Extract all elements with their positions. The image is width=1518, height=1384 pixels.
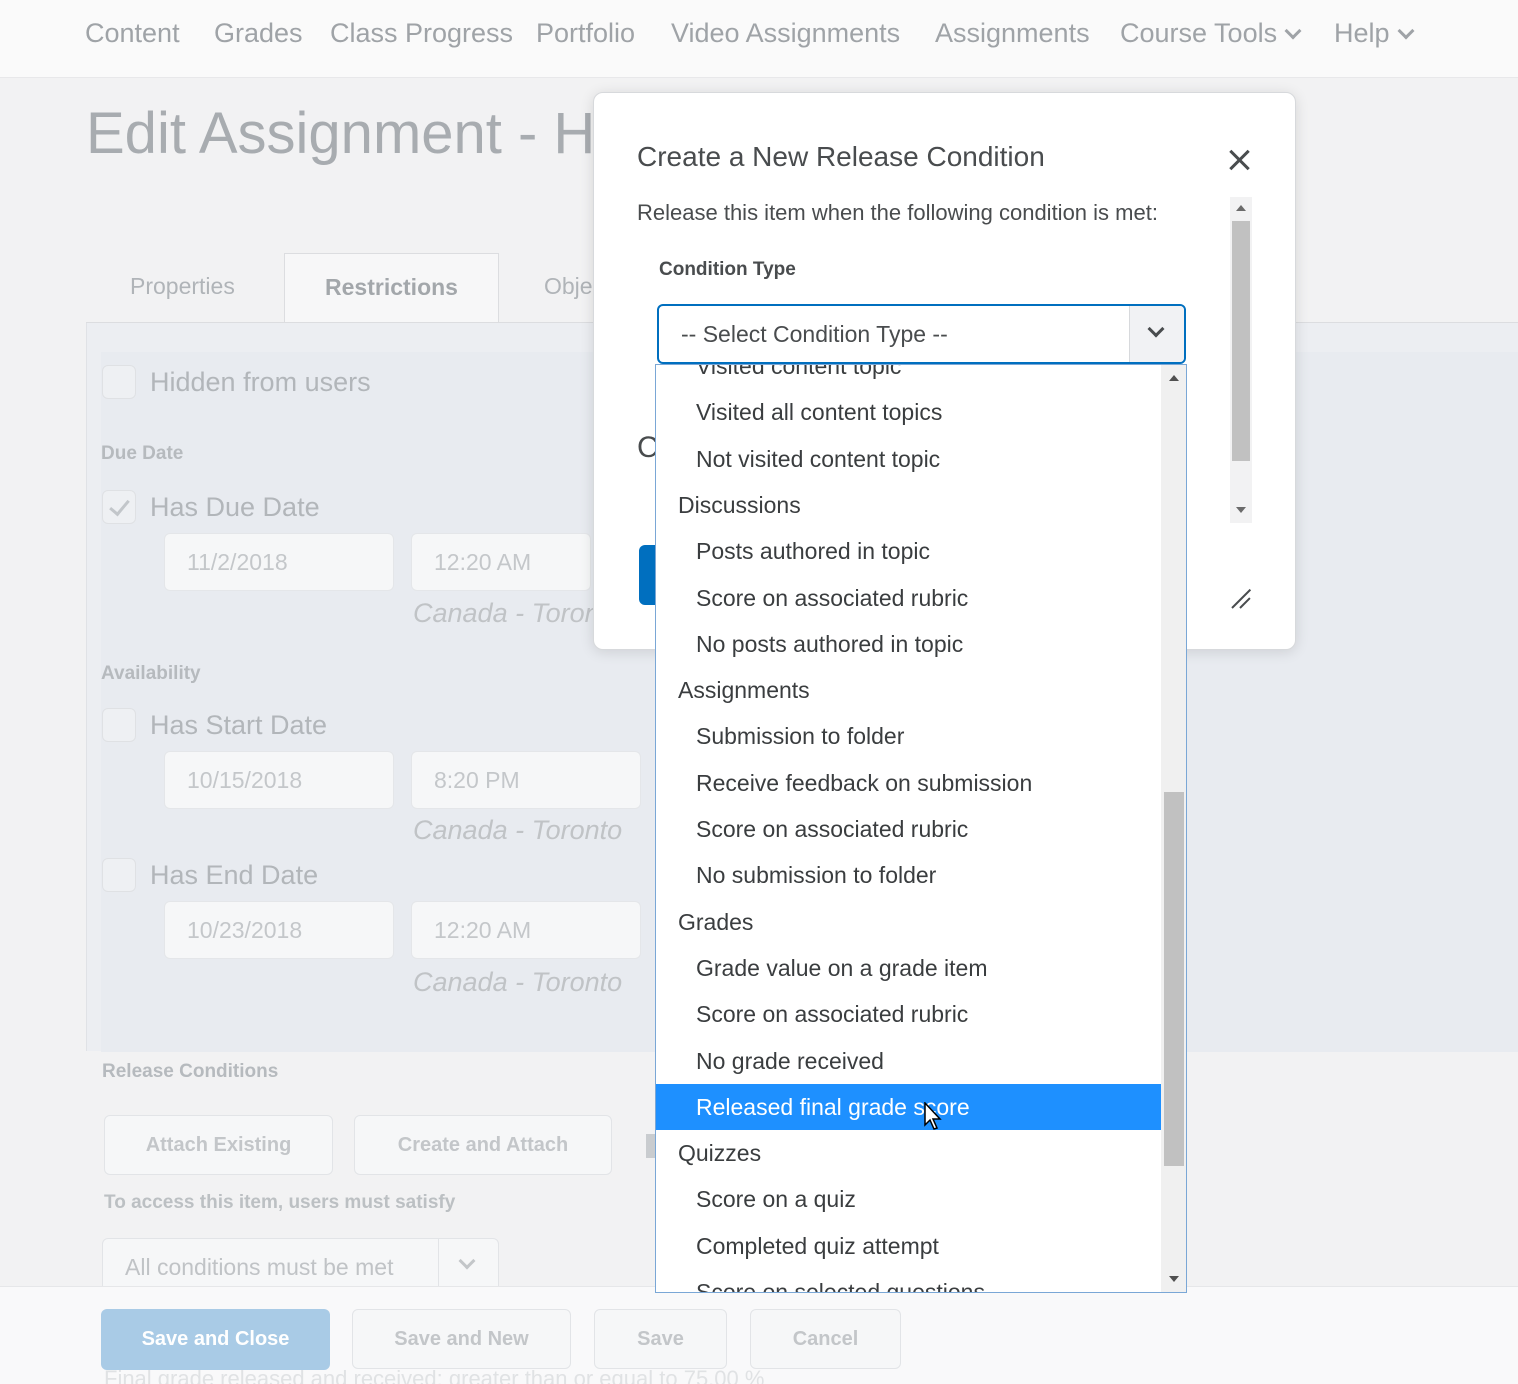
dropdown-option[interactable]: Receive feedback on submission [656, 760, 1161, 806]
dialog-description: Release this item when the following con… [637, 200, 1158, 225]
dropdown-option[interactable]: No posts authored in topic [656, 621, 1161, 667]
has-due-date-checkbox[interactable] [102, 490, 136, 524]
dropdown-option[interactable]: Released final grade score [656, 1083, 1161, 1130]
chevron-down-icon [458, 1252, 476, 1270]
condition-type-label: Condition Type [659, 259, 796, 280]
dropdown-option[interactable]: No grade received [656, 1038, 1161, 1084]
close-icon[interactable] [1222, 143, 1258, 179]
scroll-up-icon[interactable] [1236, 205, 1246, 211]
dropdown-option[interactable]: Score on selected questions [656, 1269, 1161, 1292]
scroll-down-icon[interactable] [1169, 1276, 1179, 1282]
dropdown-option[interactable]: Score on associated rubric [656, 991, 1161, 1037]
release-condition-summary: Final grade released and received: great… [104, 1366, 765, 1384]
nav-grades[interactable]: Grades [214, 18, 303, 49]
scrollbar-thumb[interactable] [1232, 221, 1250, 461]
dialog-title: Create a New Release Condition [637, 141, 1045, 172]
save-and-close-button[interactable]: Save and Close [101, 1309, 330, 1370]
save-and-new-button[interactable]: Save and New [352, 1309, 571, 1369]
has-start-date-label: Has Start Date [150, 710, 328, 740]
dropdown-option[interactable]: Visited content topic [656, 365, 1161, 389]
scrollbar-thumb[interactable] [1164, 792, 1184, 1166]
nav-course-tools-label: Course Tools [1120, 18, 1278, 48]
due-date-heading: Due Date [101, 443, 184, 464]
scroll-up-icon[interactable] [1169, 375, 1179, 381]
nav-help-label: Help [1334, 18, 1390, 48]
condition-type-select[interactable]: -- Select Condition Type -- [657, 304, 1186, 364]
chevron-down-icon [1147, 320, 1165, 338]
nav-video-assignments[interactable]: Video Assignments [671, 18, 900, 49]
end-date-input[interactable]: 10/23/2018 [164, 901, 394, 959]
start-time-input[interactable]: 8:20 PM [411, 751, 641, 809]
start-date-input[interactable]: 10/15/2018 [164, 751, 394, 809]
attach-existing-button[interactable]: Attach Existing [104, 1115, 333, 1175]
dropdown-option[interactable]: Visited all content topics [656, 389, 1161, 435]
dropdown-option[interactable]: No submission to folder [656, 852, 1161, 898]
select-toggle[interactable] [1129, 306, 1184, 362]
resize-handle-icon[interactable] [1230, 587, 1252, 609]
start-timezone: Canada - Toronto [413, 815, 623, 845]
hidden-label: Hidden from users [150, 367, 371, 397]
nav-course-tools[interactable]: Course Tools [1120, 18, 1302, 49]
save-button[interactable]: Save [594, 1309, 727, 1369]
has-end-date-checkbox[interactable] [102, 858, 136, 892]
nav-assignments[interactable]: Assignments [935, 18, 1090, 49]
has-due-date-label: Has Due Date [150, 492, 320, 522]
due-time-input[interactable]: 12:20 AM [411, 533, 591, 591]
dropdown-option[interactable]: Score on associated rubric [656, 575, 1161, 621]
dropdown-option[interactable]: Not visited content topic [656, 436, 1161, 482]
dropdown-group-label: Discussions [678, 491, 801, 518]
chevron-down-icon [1284, 22, 1302, 40]
nav-class-progress[interactable]: Class Progress [330, 18, 513, 49]
condition-type-dropdown[interactable]: Score on selected questions Completed qui… [655, 364, 1187, 1293]
chevron-down-icon [1397, 22, 1415, 40]
dropdown-option[interactable]: Submission to folder [656, 713, 1161, 759]
dropdown-option[interactable]: Completed quiz attempt [656, 1223, 1161, 1269]
due-date-input[interactable]: 11/2/2018 [164, 533, 394, 591]
availability-heading: Availability [101, 663, 201, 684]
dropdown-group-label: Quizzes [678, 1140, 762, 1167]
end-timezone: Canada - Toronto [413, 967, 623, 997]
dropdown-option[interactable]: Score on associated rubric [656, 806, 1161, 852]
nav-portfolio[interactable]: Portfolio [536, 18, 635, 49]
dropdown-option[interactable]: Grade value on a grade item [656, 945, 1161, 991]
dropdown-group-label: Assignments [678, 677, 810, 704]
has-start-date-checkbox[interactable] [102, 708, 136, 742]
has-end-date-label: Has End Date [150, 860, 319, 890]
cancel-button[interactable]: Cancel [750, 1309, 901, 1369]
create-and-attach-button[interactable]: Create and Attach [354, 1115, 612, 1175]
end-time-input[interactable]: 12:20 AM [411, 901, 641, 959]
nav-content[interactable]: Content [85, 18, 180, 49]
scroll-down-icon[interactable] [1236, 507, 1246, 513]
mouse-cursor-icon [924, 1102, 942, 1130]
dropdown-scrollbar[interactable] [1161, 365, 1186, 1292]
condition-type-value: -- Select Condition Type -- [681, 321, 948, 347]
dropdown-option[interactable]: Score on a quiz [656, 1176, 1161, 1222]
nav-help[interactable]: Help [1334, 18, 1415, 49]
dialog-scrollbar[interactable] [1230, 197, 1252, 523]
due-timezone: Canada - Toron [413, 598, 600, 628]
hidden-checkbox[interactable] [102, 365, 136, 399]
dropdown-group-label: Grades [678, 908, 754, 935]
dropdown-option[interactable]: Posts authored in topic [656, 528, 1161, 574]
page-title: Edit Assignment - H [86, 101, 596, 166]
tab-properties[interactable]: Properties [130, 253, 240, 323]
satisfy-hint: To access this item, users must satisfy [104, 1192, 456, 1213]
tab-restrictions[interactable]: Restrictions [284, 253, 499, 323]
top-navigation: Content Grades Class Progress Portfolio … [0, 0, 1518, 78]
release-conditions-heading: Release Conditions [102, 1061, 279, 1082]
